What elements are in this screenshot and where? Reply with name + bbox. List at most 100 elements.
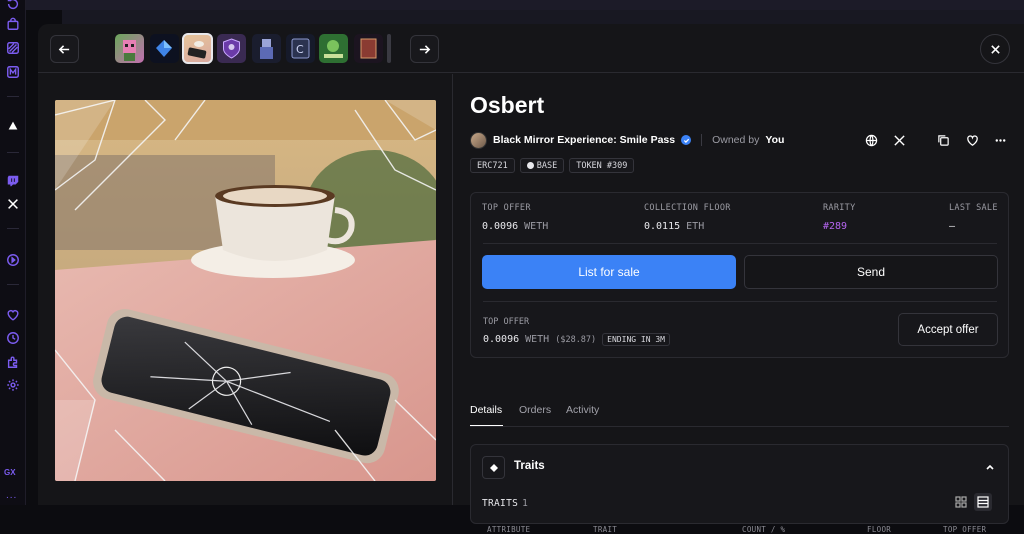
- twitch-icon[interactable]: [5, 173, 21, 189]
- more-icon[interactable]: ...: [6, 490, 17, 501]
- offer-expiry-badge: ENDING IN 3M: [602, 333, 670, 346]
- rail-divider: [7, 228, 19, 229]
- chevron-up-icon[interactable]: [984, 461, 996, 473]
- refresh-icon[interactable]: [5, 0, 21, 12]
- list-for-sale-button[interactable]: List for sale: [482, 255, 736, 289]
- top-offer-stat: TOP OFFER 0.0096 WETH: [482, 203, 548, 232]
- play-icon[interactable]: [5, 252, 21, 268]
- rail-divider: [7, 152, 19, 153]
- heart-icon[interactable]: [963, 131, 981, 149]
- tab-activity[interactable]: Activity: [566, 404, 599, 416]
- nft-detail-modal: C Osbert Black Mirror Experience: Smile …: [38, 24, 1024, 534]
- copy-icon[interactable]: [934, 131, 952, 149]
- traits-diamond-icon: [482, 456, 505, 479]
- collection-avatar[interactable]: [470, 131, 487, 149]
- chain-label: BASE: [536, 160, 558, 171]
- column-count[interactable]: COUNT / %: [742, 525, 785, 534]
- token-id-tag: TOKEN #309: [569, 158, 635, 173]
- thumbnail-pixel-character[interactable]: [115, 34, 144, 63]
- thumbnail-shattered-phone[interactable]: [182, 33, 213, 64]
- collection-name[interactable]: Black Mirror Experience: Smile Pass: [493, 134, 675, 146]
- stripe-icon[interactable]: [5, 40, 21, 56]
- thumbnail-overflow: [387, 34, 391, 63]
- close-icon: [990, 44, 1000, 54]
- next-button[interactable]: [410, 35, 439, 63]
- gx-label[interactable]: GX: [4, 468, 16, 477]
- thumbnail-red-card[interactable]: [354, 34, 383, 63]
- x-logo-icon[interactable]: [5, 196, 21, 212]
- offer-value: 0.0096: [483, 334, 520, 345]
- puzzle-icon[interactable]: [5, 354, 21, 370]
- top-offer-label: TOP OFFER: [482, 203, 531, 213]
- last-sale-stat: LAST SALE –: [949, 203, 998, 232]
- column-attribute[interactable]: ATTRIBUTE: [487, 525, 530, 534]
- owned-by-label: Owned by: [712, 134, 760, 146]
- thumbnail-blue-gem[interactable]: [150, 34, 179, 63]
- rail-divider: [7, 284, 19, 285]
- divider: [483, 301, 997, 302]
- rarity-label: RARITY: [823, 203, 856, 213]
- gear-icon[interactable]: [5, 377, 21, 393]
- media-pane: [38, 74, 453, 505]
- tab-orders[interactable]: Orders: [519, 404, 551, 416]
- collection-floor-stat: COLLECTION FLOOR 0.0115 ETH: [644, 203, 731, 232]
- collection-floor-label: COLLECTION FLOOR: [644, 203, 731, 213]
- globe-icon[interactable]: [862, 131, 880, 149]
- thumbnail-robot-figure[interactable]: [252, 34, 281, 63]
- rarity-stat: RARITY #289: [823, 203, 856, 232]
- tabs-divider: [470, 426, 1009, 427]
- send-button[interactable]: Send: [744, 255, 998, 289]
- m-badge-icon[interactable]: [5, 64, 21, 80]
- column-floor[interactable]: FLOOR: [867, 525, 891, 534]
- accept-offer-button[interactable]: Accept offer: [898, 313, 998, 346]
- traits-panel: Traits TRAITS 1: [470, 444, 1009, 524]
- last-sale-value: –: [949, 221, 956, 232]
- thumbnail-card-c[interactable]: C: [286, 34, 315, 63]
- arrow-right-icon: [419, 44, 431, 54]
- avalanche-icon[interactable]: [5, 118, 21, 134]
- tab-details[interactable]: Details: [470, 404, 502, 416]
- heart-icon[interactable]: [5, 307, 21, 323]
- table-view-icon[interactable]: [974, 493, 992, 511]
- page-background: [62, 10, 1024, 24]
- clock-icon[interactable]: [5, 330, 21, 346]
- app-sidebar: GX ...: [0, 0, 26, 505]
- rarity-value[interactable]: #289: [823, 221, 856, 232]
- offer-unit: WETH: [525, 334, 550, 345]
- divider: [701, 134, 703, 146]
- top-offer-value: 0.0096: [482, 221, 519, 232]
- base-chain-icon: [526, 162, 534, 169]
- svg-text:C: C: [296, 43, 304, 56]
- collection-row: Black Mirror Experience: Smile Pass Owne…: [470, 131, 784, 149]
- nft-name: Osbert: [470, 92, 545, 118]
- offer-usd: ($28.87): [555, 334, 597, 345]
- previous-button[interactable]: [50, 35, 79, 63]
- thumbnail-shield-skull[interactable]: [217, 34, 246, 63]
- more-options-icon[interactable]: [991, 131, 1009, 149]
- bag-icon[interactable]: [5, 16, 21, 32]
- top-offer-row: TOP OFFER 0.0096 WETH ($28.87) ENDING IN…: [483, 317, 670, 346]
- x-logo-icon[interactable]: [890, 131, 908, 149]
- divider: [483, 243, 997, 244]
- nft-image[interactable]: [55, 100, 436, 481]
- browser-background: [26, 0, 1024, 10]
- collection-floor-unit: ETH: [686, 221, 705, 232]
- grid-view-icon[interactable]: [952, 493, 970, 511]
- owner-name[interactable]: You: [765, 134, 784, 146]
- top-offer-unit: WETH: [524, 221, 549, 232]
- thumbnail-green-art[interactable]: [319, 34, 348, 63]
- traits-table-header: ATTRIBUTE TRAIT COUNT / % FLOOR TOP OFFE…: [453, 522, 1024, 534]
- chain-tag: BASE: [519, 158, 565, 173]
- standard-tag: ERC721: [470, 158, 515, 173]
- traits-count-row: TRAITS 1: [482, 498, 528, 509]
- traits-count-label: TRAITS: [482, 498, 519, 509]
- market-card: TOP OFFER 0.0096 WETH COLLECTION FLOOR 0…: [470, 192, 1009, 358]
- traits-title[interactable]: Traits: [514, 460, 545, 472]
- traits-count: 1: [522, 498, 529, 509]
- token-tags: ERC721 BASE TOKEN #309: [470, 158, 635, 173]
- arrow-left-icon: [58, 44, 70, 54]
- close-button[interactable]: [980, 34, 1010, 64]
- column-trait[interactable]: TRAIT: [593, 525, 617, 534]
- column-top-offer[interactable]: TOP OFFER: [943, 525, 986, 534]
- last-sale-label: LAST SALE: [949, 203, 998, 213]
